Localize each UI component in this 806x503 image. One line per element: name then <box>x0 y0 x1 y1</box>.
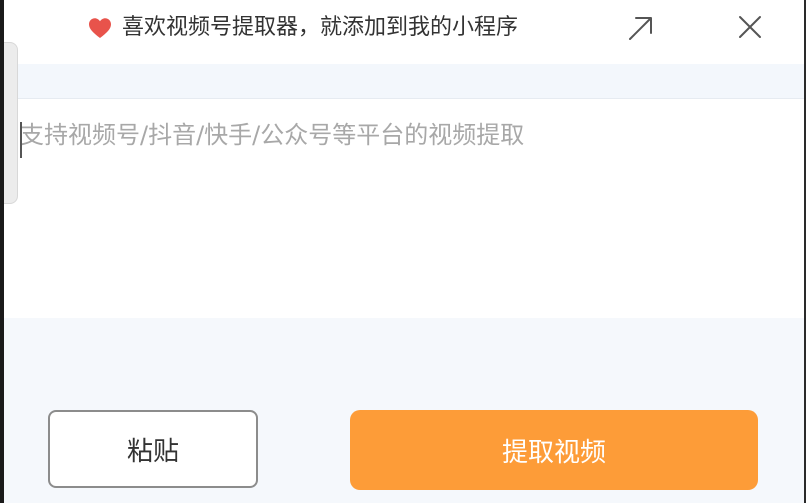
paste-button[interactable]: 粘贴 <box>48 410 258 488</box>
banner-divider-band <box>4 64 804 98</box>
link-input-area[interactable] <box>4 98 804 319</box>
heart-icon <box>89 18 111 38</box>
link-input[interactable] <box>20 115 780 295</box>
text-caret <box>20 122 22 158</box>
extract-video-button[interactable]: 提取视频 <box>350 410 758 490</box>
close-icon[interactable] <box>737 14 763 40</box>
banner-text: 喜欢视频号提取器，就添加到我的小程序 <box>122 15 519 40</box>
app-frame: 喜欢视频号提取器，就添加到我的小程序 粘贴 提取视频 <box>0 0 806 503</box>
add-to-miniprogram-banner[interactable]: 喜欢视频号提取器，就添加到我的小程序 <box>4 0 804 64</box>
left-edge-strip <box>0 0 4 503</box>
arrow-up-right-icon[interactable] <box>624 12 656 44</box>
